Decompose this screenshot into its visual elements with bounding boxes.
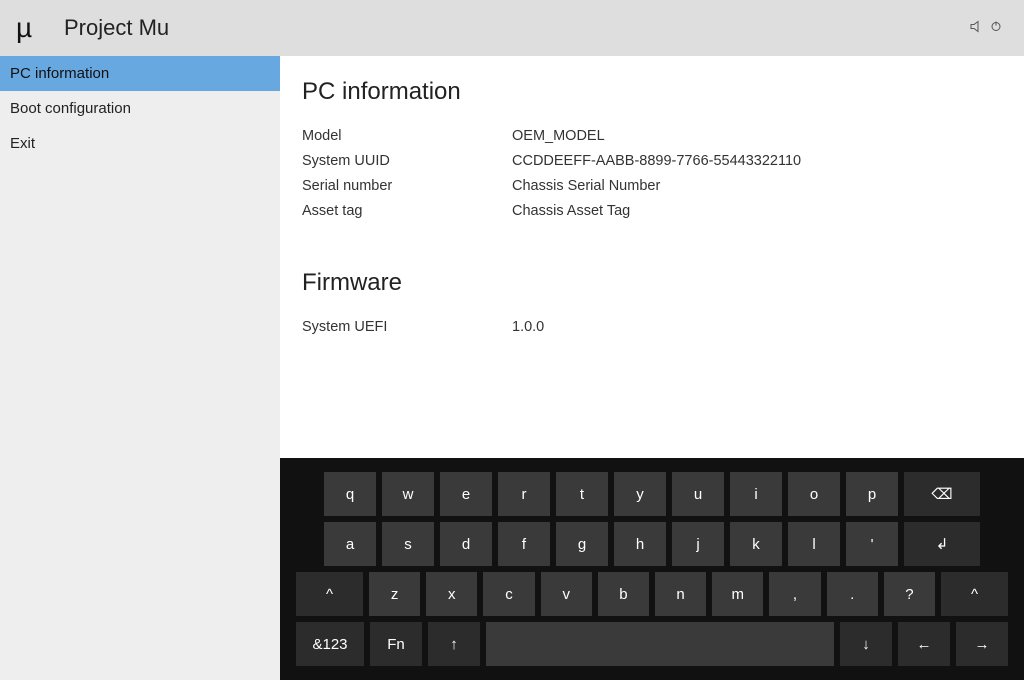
osk-row-2: a s d f g h j k l ' ↲ [296,522,1008,566]
key-k[interactable]: k [730,522,782,566]
main-panel: PC information Model OEM_MODEL System UU… [280,56,1024,680]
key-period[interactable]: . [827,572,878,616]
key-b[interactable]: b [598,572,649,616]
osk-row-1: q w e r t y u i o p ⌫ [296,472,1008,516]
key-shift-left[interactable]: ^ [296,572,363,616]
key-m[interactable]: m [712,572,763,616]
key-q[interactable]: q [324,472,376,516]
info-label: Serial number [302,178,512,194]
sidebar-item-pc-information[interactable]: PC information [0,56,280,91]
app-header: µ Project Mu [0,0,1024,56]
key-y[interactable]: y [614,472,666,516]
app-logo: µ [16,12,56,44]
key-fn[interactable]: Fn [370,622,422,666]
info-label: Model [302,128,512,144]
key-i[interactable]: i [730,472,782,516]
key-v[interactable]: v [541,572,592,616]
key-w[interactable]: w [382,472,434,516]
key-space[interactable] [486,622,834,666]
main-layout: PC information Boot configuration Exit P… [0,56,1024,680]
key-arrow-left[interactable]: ← [898,622,950,666]
osk-row-4: &123 Fn ↑ ↓ ← → [296,622,1008,666]
key-comma[interactable]: , [769,572,820,616]
key-question[interactable]: ? [884,572,935,616]
key-o[interactable]: o [788,472,840,516]
info-label: System UUID [302,153,512,169]
key-arrow-right[interactable]: → [956,622,1008,666]
key-u[interactable]: u [672,472,724,516]
key-n[interactable]: n [655,572,706,616]
volume-icon [970,21,984,36]
info-value: Chassis Serial Number [512,178,1002,194]
section-title-firmware: Firmware [302,269,1002,297]
key-c[interactable]: c [483,572,534,616]
key-l[interactable]: l [788,522,840,566]
key-shift-right[interactable]: ^ [941,572,1008,616]
info-value: OEM_MODEL [512,128,1002,144]
key-apostrophe[interactable]: ' [846,522,898,566]
key-a[interactable]: a [324,522,376,566]
info-row-asset-tag: Asset tag Chassis Asset Tag [302,203,1002,219]
info-row-model: Model OEM_MODEL [302,128,1002,144]
info-label: System UEFI [302,319,512,335]
header-status-icons [970,21,1002,36]
key-z[interactable]: z [369,572,420,616]
key-backspace[interactable]: ⌫ [904,472,980,516]
info-row-serial: Serial number Chassis Serial Number [302,178,1002,194]
info-value: CCDDEEFF-AABB-8899-7766-55443322110 [512,153,1002,169]
key-r[interactable]: r [498,472,550,516]
key-enter[interactable]: ↲ [904,522,980,566]
key-symbols[interactable]: &123 [296,622,364,666]
key-j[interactable]: j [672,522,724,566]
info-value: Chassis Asset Tag [512,203,1002,219]
key-s[interactable]: s [382,522,434,566]
key-arrow-up[interactable]: ↑ [428,622,480,666]
key-f[interactable]: f [498,522,550,566]
info-row-system-uefi: System UEFI 1.0.0 [302,319,1002,335]
info-row-uuid: System UUID CCDDEEFF-AABB-8899-7766-5544… [302,153,1002,169]
app-title: Project Mu [64,15,169,41]
key-g[interactable]: g [556,522,608,566]
sidebar: PC information Boot configuration Exit [0,56,280,680]
osk-row-3: ^ z x c v b n m , . ? ^ [296,572,1008,616]
power-icon [990,21,1002,36]
info-value: 1.0.0 [512,319,1002,335]
key-p[interactable]: p [846,472,898,516]
sidebar-item-boot-configuration[interactable]: Boot configuration [0,91,280,126]
on-screen-keyboard: q w e r t y u i o p ⌫ a s d f g h j k [280,458,1024,680]
info-label: Asset tag [302,203,512,219]
key-x[interactable]: x [426,572,477,616]
content-area: PC information Model OEM_MODEL System UU… [280,56,1024,335]
key-arrow-down[interactable]: ↓ [840,622,892,666]
key-t[interactable]: t [556,472,608,516]
section-title-pc-information: PC information [302,78,1002,106]
key-h[interactable]: h [614,522,666,566]
key-d[interactable]: d [440,522,492,566]
sidebar-item-exit[interactable]: Exit [0,126,280,161]
key-e[interactable]: e [440,472,492,516]
